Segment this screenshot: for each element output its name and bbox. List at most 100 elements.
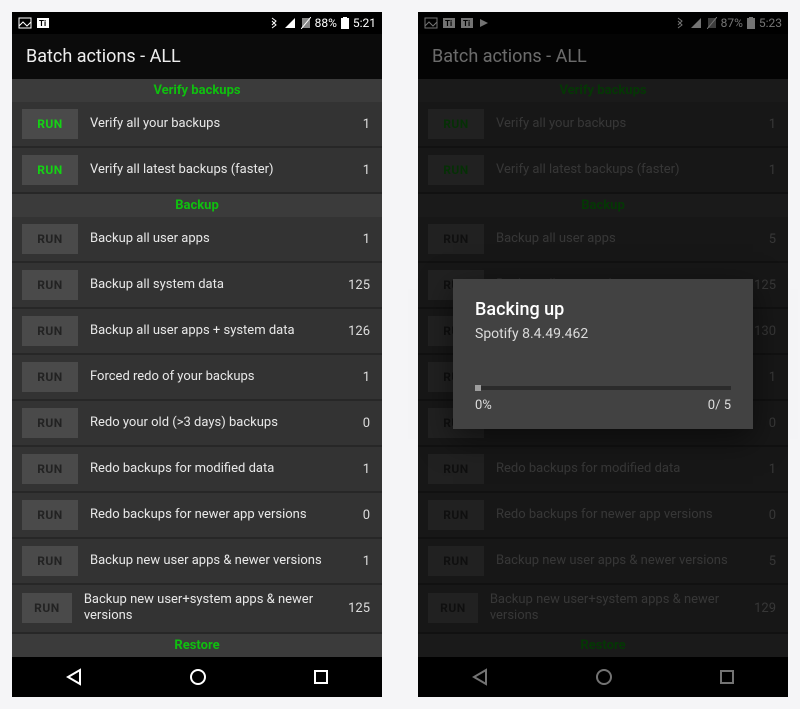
no-sim-icon [707, 17, 717, 29]
row-count: 129 [752, 601, 778, 616]
section-restore: Restore [12, 634, 382, 657]
section-backup: Backup [12, 194, 382, 217]
row-verify-all[interactable]: RUN Verify all your backups 1 [12, 102, 382, 148]
run-button[interactable]: RUN [22, 316, 78, 346]
run-button[interactable]: RUN [22, 454, 78, 484]
row-label: Redo backups for newer app versions [90, 507, 334, 523]
row-count: 1 [346, 117, 372, 132]
batch-list: Verify backups RUN Verify all your backu… [12, 79, 382, 657]
run-button[interactable]: RUN [428, 500, 484, 530]
row-redo-old[interactable]: RUN Redo your old (>3 days) backups 0 [418, 401, 788, 447]
row-label: Verify all latest backups (faster) [496, 162, 740, 178]
play-icon [478, 17, 490, 29]
battery-text: 88% [315, 16, 337, 30]
row-verify-latest[interactable]: RUN Verify all latest backups (faster) 1 [418, 148, 788, 194]
row-count: 1 [346, 554, 372, 569]
row-backup-new-both[interactable]: RUN Backup new user+system apps & newer … [12, 585, 382, 634]
row-backup-all-user[interactable]: RUN Backup all user apps 5 [418, 217, 788, 263]
recent-icon[interactable] [718, 668, 736, 686]
run-button[interactable]: RUN [22, 109, 78, 139]
run-button[interactable]: RUN [22, 593, 72, 623]
no-sim-icon [301, 17, 311, 29]
row-label: Verify all your backups [496, 116, 740, 132]
home-icon[interactable] [594, 667, 614, 687]
run-button[interactable]: RUN [428, 408, 484, 438]
run-button[interactable]: RUN [428, 224, 484, 254]
run-button[interactable]: RUN [22, 362, 78, 392]
section-verify: Verify backups [418, 79, 788, 102]
app-icon: Ti [36, 17, 50, 29]
phone-right: Ti Ti 87% 5:23 Batch actions - ALL Verif… [418, 12, 788, 697]
battery-icon [341, 17, 349, 29]
back-icon[interactable] [470, 667, 490, 687]
row-count: 130 [752, 324, 778, 339]
section-restore: Restore [418, 634, 788, 657]
row-label: Verify all your backups [90, 116, 334, 132]
run-button[interactable]: RUN [428, 109, 484, 139]
battery-text: 87% [721, 16, 743, 30]
row-backup-new-user[interactable]: RUN Backup new user apps & newer version… [418, 539, 788, 585]
run-button[interactable]: RUN [428, 593, 478, 623]
row-verify-all[interactable]: RUN Verify all your backups 1 [418, 102, 788, 148]
row-count: 5 [752, 232, 778, 247]
run-button[interactable]: RUN [22, 224, 78, 254]
row-label: Backup new user apps & newer versions [496, 553, 740, 569]
row-backup-all-system[interactable]: RUN Backup all system data 125 [418, 263, 788, 309]
row-count: 1 [752, 163, 778, 178]
home-icon[interactable] [188, 667, 208, 687]
row-count: 0 [752, 508, 778, 523]
row-redo-newer[interactable]: RUN Redo backups for newer app versions … [12, 493, 382, 539]
svg-text:Ti: Ti [463, 19, 470, 28]
run-button[interactable]: RUN [22, 500, 78, 530]
phone-left: Ti 88% 5:21 Batch actions - ALL Verify b… [12, 12, 382, 697]
back-icon[interactable] [64, 667, 84, 687]
wifi-icon [283, 17, 297, 29]
recent-icon[interactable] [312, 668, 330, 686]
app-icon: Ti [460, 17, 474, 29]
row-verify-latest[interactable]: RUN Verify all latest backups (faster) 1 [12, 148, 382, 194]
run-button[interactable]: RUN [22, 270, 78, 300]
row-label: Backup all system data [90, 277, 334, 293]
row-forced-redo[interactable]: RUN Forced redo of your backups 1 [418, 355, 788, 401]
row-backup-new-user[interactable]: RUN Backup new user apps & newer version… [12, 539, 382, 585]
row-count: 1 [346, 462, 372, 477]
row-label: Redo backups for modified data [496, 461, 740, 477]
row-backup-all-user[interactable]: RUN Backup all user apps 1 [12, 217, 382, 263]
row-count: 1 [752, 462, 778, 477]
row-redo-old[interactable]: RUN Redo your old (>3 days) backups 0 [12, 401, 382, 447]
row-count: 1 [752, 117, 778, 132]
nav-bar [418, 657, 788, 697]
run-button[interactable]: RUN [428, 546, 484, 576]
row-label: Backup all system data [496, 277, 740, 293]
row-redo-mod[interactable]: RUN Redo backups for modified data 1 [418, 447, 788, 493]
row-label: Backup all user apps [90, 231, 334, 247]
row-redo-newer[interactable]: RUN Redo backups for newer app versions … [418, 493, 788, 539]
row-forced-redo[interactable]: RUN Forced redo of your backups 1 [12, 355, 382, 401]
svg-text:Ti: Ti [39, 19, 46, 28]
row-backup-all-both[interactable]: RUN Backup all user apps + system data 1… [12, 309, 382, 355]
row-label: Backup new user+system apps & newer vers… [490, 592, 740, 625]
row-redo-mod[interactable]: RUN Redo backups for modified data 1 [12, 447, 382, 493]
batch-list: Verify backups RUN Verify all your backu… [418, 79, 788, 657]
row-count: 5 [752, 554, 778, 569]
section-backup: Backup [418, 194, 788, 217]
run-button[interactable]: RUN [428, 454, 484, 484]
row-label: Redo your old (>3 days) backups [496, 415, 740, 431]
image-icon [424, 17, 438, 29]
page-title: Batch actions - ALL [12, 34, 382, 79]
run-button[interactable]: RUN [22, 155, 78, 185]
row-label: Backup all user apps + system data [496, 323, 740, 339]
run-button[interactable]: RUN [428, 362, 484, 392]
run-button[interactable]: RUN [22, 546, 78, 576]
row-label: Backup all user apps + system data [90, 323, 334, 339]
run-button[interactable]: RUN [22, 408, 78, 438]
row-backup-all-both[interactable]: RUN Backup all user apps + system data 1… [418, 309, 788, 355]
row-backup-all-system[interactable]: RUN Backup all system data 125 [12, 263, 382, 309]
row-label: Backup all user apps [496, 231, 740, 247]
run-button[interactable]: RUN [428, 155, 484, 185]
run-button[interactable]: RUN [428, 270, 484, 300]
status-bar: Ti Ti 87% 5:23 [418, 12, 788, 34]
status-bar: Ti 88% 5:21 [12, 12, 382, 34]
run-button[interactable]: RUN [428, 316, 484, 346]
row-backup-new-both[interactable]: RUN Backup new user+system apps & newer … [418, 585, 788, 634]
